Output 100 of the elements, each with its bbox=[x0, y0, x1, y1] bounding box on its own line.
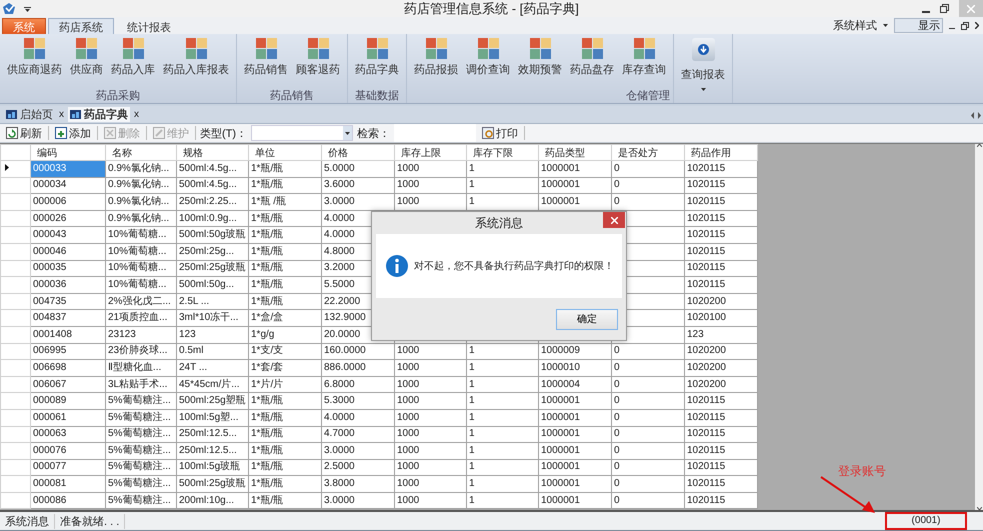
table-cell: 004837 bbox=[30, 310, 106, 326]
table-cell: 1020200 bbox=[684, 376, 758, 393]
toolbar-button[interactable]: 打印 bbox=[480, 126, 520, 140]
table-cell: 1*瓶/瓶 bbox=[248, 293, 322, 310]
caret-icon bbox=[700, 88, 706, 91]
table-cell: 1*瓶/瓶 bbox=[248, 459, 322, 476]
app-logo-icon[interactable] bbox=[2, 2, 16, 16]
ribbon-button[interactable]: 顾客退药 bbox=[292, 34, 344, 88]
restore-icon[interactable] bbox=[940, 4, 949, 13]
table-cell: 2.5L ... bbox=[176, 293, 248, 310]
style-field[interactable]: 显示 bbox=[894, 18, 943, 33]
search-field[interactable] bbox=[394, 124, 476, 142]
ribbon-button[interactable]: 效期预警 bbox=[514, 34, 566, 88]
dropdown-icon[interactable] bbox=[24, 6, 31, 12]
column-header[interactable]: 库存上限 bbox=[394, 144, 466, 160]
column-header[interactable]: 编码 bbox=[30, 144, 106, 160]
table-cell: 123 bbox=[176, 326, 248, 344]
delete-icon bbox=[104, 127, 116, 139]
table-cell: 500ml:50g... bbox=[176, 276, 248, 294]
close-tab-button[interactable]: x bbox=[134, 109, 139, 120]
grid-icon bbox=[426, 38, 446, 59]
ribbon-button[interactable]: 药品字典 bbox=[351, 34, 403, 88]
table-cell: 1000001 bbox=[538, 194, 612, 210]
table-cell: 1020115 bbox=[684, 392, 758, 410]
close-tab-button[interactable]: x bbox=[59, 109, 64, 120]
table-cell: 1 bbox=[466, 160, 538, 178]
table-cell: 250ml:25g玻瓶 bbox=[176, 260, 248, 277]
scrollbar[interactable] bbox=[975, 144, 983, 510]
table-cell: 1000 bbox=[394, 426, 466, 443]
table-cell: 0 bbox=[612, 426, 684, 443]
table-cell: 0 bbox=[612, 343, 684, 360]
table-cell: 1*套/套 bbox=[248, 360, 322, 376]
document-tab[interactable]: 启始页 bbox=[4, 107, 55, 122]
table-cell: 0.9%氯化钠... bbox=[106, 194, 176, 210]
status-text: 系统消息 bbox=[0, 514, 55, 528]
column-header[interactable]: 规格 bbox=[176, 144, 248, 160]
table-cell: 1000 bbox=[394, 476, 466, 492]
table-cell: 160.0000 bbox=[322, 343, 394, 360]
ribbon-button[interactable]: 药品报损 bbox=[410, 34, 462, 88]
table-cell: 1*瓶/瓶 bbox=[248, 210, 322, 227]
column-header[interactable]: 名称 bbox=[106, 144, 176, 160]
ok-button[interactable]: 确定 bbox=[556, 308, 618, 330]
ribbon-button[interactable]: 查询报表 bbox=[677, 34, 729, 91]
table-cell: 3.0000 bbox=[322, 194, 394, 210]
ribbon-button[interactable]: 药品销售 bbox=[240, 34, 292, 88]
column-header[interactable]: 库存下限 bbox=[466, 144, 538, 160]
table-cell: 21项质控血... bbox=[106, 310, 176, 326]
table-cell: 000061 bbox=[30, 409, 106, 426]
ribbon-button[interactable]: 药品入库报表 bbox=[159, 34, 233, 88]
scroll-up-icon[interactable] bbox=[976, 144, 982, 147]
column-header[interactable]: 单位 bbox=[248, 144, 322, 160]
table-cell: 000086 bbox=[30, 492, 106, 509]
table-cell: 004735 bbox=[30, 293, 106, 310]
table-cell: 0 bbox=[612, 194, 684, 210]
column-header[interactable]: 药品类型 bbox=[538, 144, 612, 160]
table-cell: 23价肺炎球... bbox=[106, 343, 176, 360]
toolbar-button[interactable]: 刷新 bbox=[4, 126, 44, 140]
ribbon-button[interactable]: 供应商 bbox=[66, 34, 107, 88]
window-title: 药店管理信息系统 - [药品字典] bbox=[404, 0, 579, 16]
table-cell: 1*g/g bbox=[248, 326, 322, 344]
ribbon-tab[interactable]: 药店系统 bbox=[48, 18, 114, 34]
ribbon-tab[interactable]: 统计报表 bbox=[116, 18, 182, 34]
table-cell: 0 bbox=[612, 360, 684, 376]
refresh-icon bbox=[6, 127, 18, 139]
group-label: 仓储管理 bbox=[626, 90, 670, 102]
table-cell: 1*瓶/瓶 bbox=[248, 260, 322, 277]
ribbon-button[interactable]: 调价查询 bbox=[462, 34, 514, 88]
table-cell: 250ml:12.5... bbox=[176, 426, 248, 443]
ribbon-button[interactable]: 药品入库 bbox=[107, 34, 159, 88]
ribbon-button[interactable]: 供应商退药 bbox=[3, 34, 66, 88]
ribbon-button[interactable]: 库存查询 bbox=[618, 34, 670, 88]
column-header[interactable]: 是否处方 bbox=[612, 144, 684, 160]
table-cell: 1 bbox=[466, 392, 538, 410]
caret-icon[interactable] bbox=[883, 24, 888, 27]
grid-icon bbox=[76, 38, 97, 59]
close-button[interactable] bbox=[603, 212, 625, 228]
grid-icon bbox=[122, 38, 144, 59]
scroll-arrows-icon[interactable] bbox=[971, 112, 981, 118]
table-cell: 3.0000 bbox=[322, 442, 394, 460]
table-cell: 100ml:5g塑... bbox=[176, 409, 248, 426]
table-cell: 45*45cm/片... bbox=[176, 376, 248, 393]
restore-icon[interactable] bbox=[961, 22, 969, 30]
style-menu-label[interactable]: 系统样式 bbox=[833, 18, 877, 33]
table-cell: 1*瓶/瓶 bbox=[248, 226, 322, 244]
table-cell: 1020115 bbox=[684, 459, 758, 476]
table-cell: 500ml:25g塑瓶 bbox=[176, 392, 248, 410]
column-header[interactable]: 药品作用 bbox=[684, 144, 758, 160]
document-tab[interactable]: 药品字典 bbox=[68, 107, 130, 122]
table-cell: 4.7000 bbox=[322, 426, 394, 443]
table-cell: 1*瓶/瓶 bbox=[248, 276, 322, 294]
table-cell: 200ml:10g... bbox=[176, 492, 248, 509]
table-cell: 0001408 bbox=[30, 326, 106, 344]
table-cell: 1000009 bbox=[538, 343, 612, 360]
ribbon-button[interactable]: 药品盘存 bbox=[566, 34, 618, 88]
table-cell: 1 bbox=[466, 409, 538, 426]
toolbar-button[interactable]: 添加 bbox=[53, 126, 93, 140]
table-cell: 3.6000 bbox=[322, 177, 394, 194]
column-header[interactable]: 价格 bbox=[322, 144, 394, 160]
window-icon bbox=[6, 110, 17, 119]
scroll-down-icon[interactable] bbox=[976, 507, 982, 510]
